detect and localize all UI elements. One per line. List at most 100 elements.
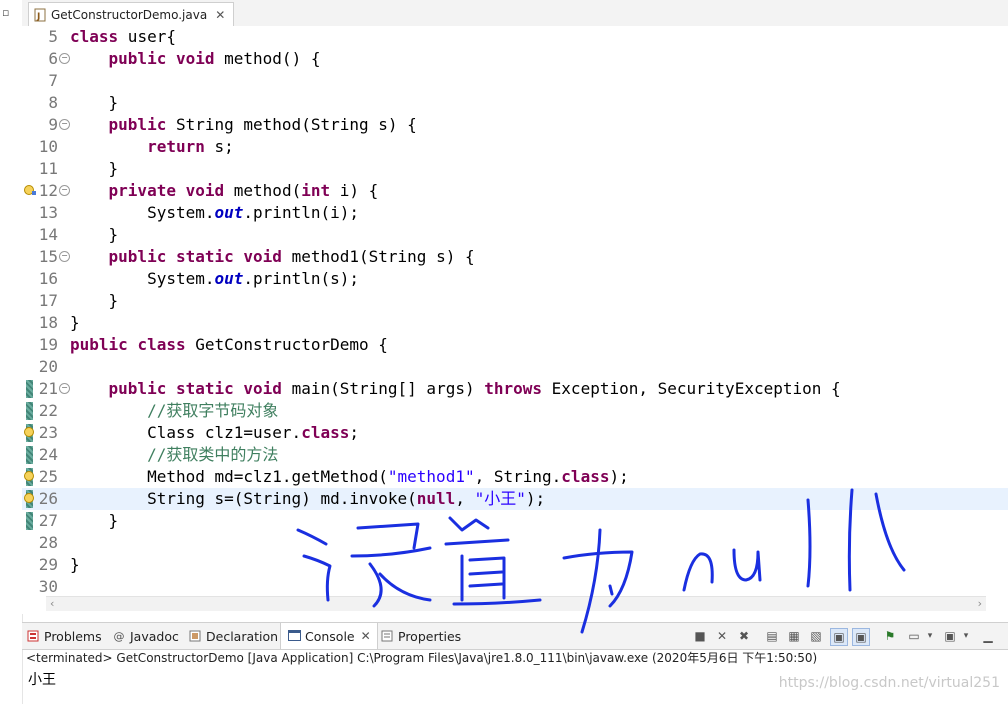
code-line: 5 class user{ [22,26,1008,48]
change-marker [26,446,33,464]
tab-javadoc-label: Javadoc [130,628,179,644]
code-line: 12 − private void method(int i) { [22,180,1008,202]
tab-properties[interactable]: Properties [380,623,461,649]
remove-all-launches-icon[interactable]: ✖ [736,628,752,644]
code-text: System.out.println(s); [70,269,359,288]
remove-launch-icon[interactable]: ✕ [714,628,730,644]
tab-declaration[interactable]: Declaration [188,623,278,649]
code-line: 23 Class clz1=user.class; [22,422,1008,444]
open-console-dropdown-icon[interactable]: ▾ [958,628,974,644]
code-text: public class GetConstructorDemo { [70,335,388,354]
code-text: //获取类中的方法 [147,445,279,464]
code-text: public static void main(String[] args) t… [108,379,841,398]
code-line: 20 [22,356,1008,378]
code-line: 24 //获取类中的方法 [22,444,1008,466]
change-marker [26,512,33,530]
line-number: 15 [38,247,58,266]
change-marker [26,402,33,420]
code-text: } [70,225,119,244]
code-text: } [70,93,119,112]
change-marker [26,380,33,398]
code-line: 17 } [22,290,1008,312]
console-icon [287,629,301,643]
word-wrap-icon[interactable]: ▧ [808,628,824,644]
line-number: 16 [38,269,58,288]
tab-problems[interactable]: Problems [26,623,102,649]
code-text: } [70,313,80,332]
bottom-panel-tabs: Problems @ Javadoc Declaration Console ✕… [22,622,1008,650]
watermark-text: https://blog.csdn.net/virtual251 [778,675,1000,691]
code-line: 22 //获取字节码对象 [22,400,1008,422]
line-number: 17 [38,291,58,310]
code-text: class user{ [70,27,176,46]
fold-toggle-icon[interactable]: − [59,185,70,196]
java-file-icon: J [33,8,47,22]
code-line: 8 } [22,92,1008,114]
terminate-icon[interactable]: ■ [692,628,708,644]
line-number: 29 [38,555,58,574]
line-number: 5 [48,27,58,46]
tab-javadoc[interactable]: @ Javadoc [112,623,179,649]
scroll-right-icon[interactable]: › [978,597,982,610]
code-text: } [70,555,80,574]
editor-tab[interactable]: J GetConstructorDemo.java ✕ [28,2,235,27]
code-text: String s=(String) md.invoke(null, "小王"); [70,489,546,508]
tab-console[interactable]: Console ✕ [280,623,378,649]
at-sign-icon: @ [113,629,125,643]
code-text: System.out.println(i); [70,203,359,222]
code-line: 28 [22,532,1008,554]
fold-toggle-icon[interactable]: − [59,383,70,394]
editor-tab-title: GetConstructorDemo.java [51,8,208,22]
code-text: } [70,511,119,530]
code-line: 9 − public String method(String s) { [22,114,1008,136]
code-line: 30 [22,576,1008,598]
editor-tab-bar: J GetConstructorDemo.java ✕ [22,0,1008,27]
line-number: 20 [38,357,58,376]
minimize-icon[interactable]: ▁ [980,628,996,644]
close-icon[interactable]: ✕ [215,8,225,22]
code-text: public void method() { [108,49,321,68]
line-number: 13 [38,203,58,222]
scroll-lock-icon[interactable]: ▦ [786,628,802,644]
tab-properties-label: Properties [398,628,462,644]
line-number: 27 [38,511,58,530]
code-line: 10 return s; [22,136,1008,158]
display-console-icon[interactable]: ▭ [906,628,922,644]
pin-console-icon[interactable]: ⚑ [882,628,898,644]
line-number: 24 [38,445,58,464]
line-number: 18 [38,313,58,332]
current-code-line: 26 String s=(String) md.invoke(null, "小王… [22,488,1008,510]
show-on-stderr-icon[interactable]: ▣ [852,628,870,646]
code-line: 16 System.out.println(s); [22,268,1008,290]
fold-toggle-icon[interactable]: − [59,53,70,64]
code-line: 19 public class GetConstructorDemo { [22,334,1008,356]
line-number: 8 [48,93,58,112]
code-text: public String method(String s) { [108,115,417,134]
code-line: 21 − public static void main(String[] ar… [22,378,1008,400]
fold-toggle-icon[interactable]: − [59,251,70,262]
fold-toggle-icon[interactable]: − [59,119,70,130]
scroll-left-icon[interactable]: ‹ [50,597,54,610]
left-panel-strip: ▫ [0,0,23,704]
close-icon[interactable]: ✕ [361,629,371,643]
tab-console-label: Console [305,628,355,644]
line-number: 23 [38,423,58,442]
code-line: 14 } [22,224,1008,246]
clear-console-icon[interactable]: ▤ [764,628,780,644]
code-text: Method md=clz1.getMethod("method1", Stri… [70,467,629,486]
line-number: 19 [38,335,58,354]
code-editor[interactable]: 5 class user{ 6 − public void method() {… [22,26,1008,614]
horizontal-scrollbar[interactable]: ‹ › [46,596,986,611]
open-console-icon[interactable]: ▣ [942,628,958,644]
console-status-line: <terminated> GetConstructorDemo [Java Ap… [26,651,818,665]
declaration-icon [188,629,202,643]
show-on-stdout-icon[interactable]: ▣ [830,628,848,646]
display-console-dropdown-icon[interactable]: ▾ [922,628,938,644]
code-line: 18 } [22,312,1008,334]
code-text: return s; [147,137,234,156]
left-panel-marker: ▫ [2,6,10,19]
line-number: 11 [38,159,58,178]
code-line: 7 [22,70,1008,92]
line-number: 9 [48,115,58,134]
line-number: 12 [38,181,58,200]
